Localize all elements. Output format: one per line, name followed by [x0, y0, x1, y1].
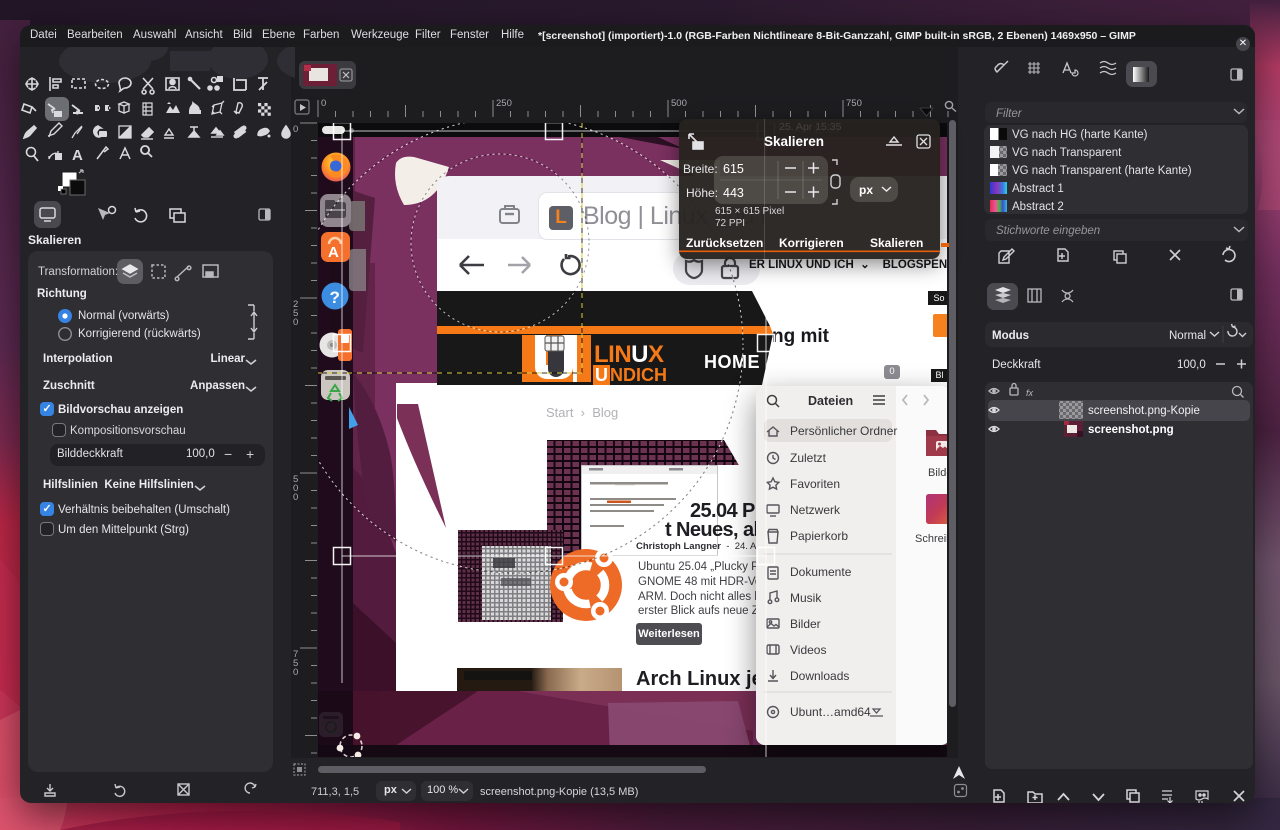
svg-text:A: A	[328, 244, 339, 261]
svg-text:VG nach Transparent (harte Kan: VG nach Transparent (harte Kante)	[1012, 165, 1192, 177]
svg-text:px: px	[859, 183, 873, 197]
svg-text:Höhe:: Höhe:	[686, 186, 718, 200]
svg-text:Papierkorb: Papierkorb	[790, 529, 848, 543]
svg-text:Dokumente: Dokumente	[790, 565, 852, 579]
svg-text:750: 750	[846, 98, 862, 109]
svg-text:screenshot.png-Kopie: screenshot.png-Kopie	[1088, 405, 1200, 417]
svg-text:0: 0	[293, 492, 298, 503]
svg-text:0: 0	[293, 667, 298, 678]
svg-text:Downloads: Downloads	[790, 669, 849, 683]
svg-text:A: A	[72, 147, 83, 164]
svg-text:Schreib: Schreib	[915, 533, 947, 545]
svg-text:Netzwerk: Netzwerk	[790, 503, 841, 517]
svg-text:Zurücksetzen: Zurücksetzen	[686, 236, 763, 250]
svg-text:Ubunt…amd64: Ubunt…amd64	[790, 705, 871, 719]
svg-text:VG nach Transparent: VG nach Transparent	[1012, 147, 1122, 159]
svg-text:Skalieren: Skalieren	[870, 236, 923, 250]
svg-text:443: 443	[723, 186, 744, 200]
svg-text:0: 0	[293, 317, 298, 328]
svg-text:Bilder: Bilder	[790, 617, 821, 631]
svg-text:500: 500	[671, 98, 687, 109]
svg-text:Filter: Filter	[996, 108, 1023, 120]
svg-text:Bilde: Bilde	[928, 467, 947, 479]
svg-text:Dateien: Dateien	[808, 394, 853, 408]
svg-text:Favoriten: Favoriten	[790, 477, 840, 491]
svg-text:72 PPI: 72 PPI	[715, 218, 745, 229]
svg-text:Persönlicher Ordner: Persönlicher Ordner	[790, 424, 897, 438]
svg-text:615 × 615 Pixel: 615 × 615 Pixel	[715, 206, 784, 217]
svg-text:Musik: Musik	[790, 591, 822, 605]
svg-text:Abstract 1: Abstract 1	[1012, 183, 1064, 195]
svg-text:Zuletzt: Zuletzt	[790, 451, 827, 465]
svg-text:0: 0	[321, 98, 326, 109]
svg-text:fx: fx	[1026, 388, 1034, 398]
svg-text:screenshot.png: screenshot.png	[1088, 424, 1174, 436]
svg-text:Skalieren: Skalieren	[764, 134, 824, 149]
svg-text:Deckkraft: Deckkraft	[992, 359, 1041, 371]
svg-text:Stichworte eingeben: Stichworte eingeben	[996, 225, 1100, 237]
svg-text:100,0: 100,0	[1177, 359, 1206, 371]
svg-text:Normal: Normal	[1169, 330, 1206, 342]
svg-text:615: 615	[723, 162, 744, 176]
svg-text:0: 0	[293, 124, 298, 135]
svg-text:Breite:: Breite:	[683, 162, 718, 176]
svg-text:250: 250	[496, 98, 512, 109]
svg-text:Korrigieren: Korrigieren	[779, 236, 844, 250]
svg-text:?: ?	[330, 288, 340, 307]
svg-text:Videos: Videos	[790, 643, 826, 657]
svg-text:Modus: Modus	[992, 330, 1029, 342]
svg-text:VG nach HG (harte Kante): VG nach HG (harte Kante)	[1012, 129, 1148, 141]
svg-text:Abstract 2: Abstract 2	[1012, 201, 1064, 213]
